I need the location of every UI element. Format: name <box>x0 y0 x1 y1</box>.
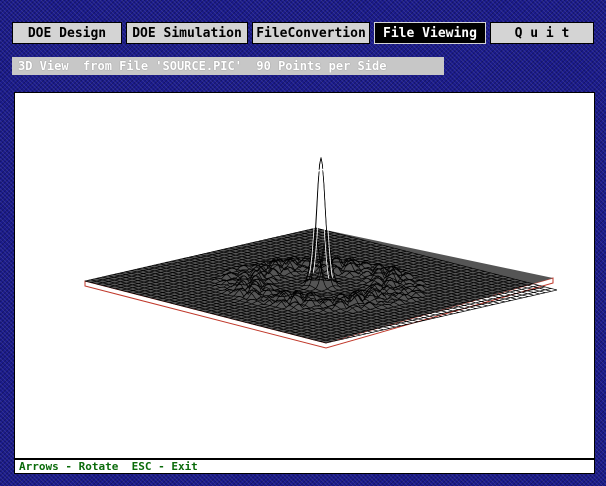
main-menu: DOE Design DOE Simulation FileConvertion… <box>12 22 594 44</box>
view-title: 3D View from File 'SOURCE.PIC' 90 Points… <box>12 57 444 75</box>
3d-viewport[interactable] <box>14 92 595 459</box>
menu-doe-design[interactable]: DOE Design <box>12 22 122 44</box>
status-hint: Arrows - Rotate ESC - Exit <box>14 459 595 474</box>
wireframe <box>84 157 558 344</box>
menu-doe-simulation[interactable]: DOE Simulation <box>126 22 248 44</box>
surface-plot <box>84 157 558 349</box>
menu-quit[interactable]: Q u i t <box>490 22 594 44</box>
menu-file-convertion[interactable]: FileConvertion <box>252 22 370 44</box>
menu-file-viewing[interactable]: File Viewing <box>374 22 486 44</box>
